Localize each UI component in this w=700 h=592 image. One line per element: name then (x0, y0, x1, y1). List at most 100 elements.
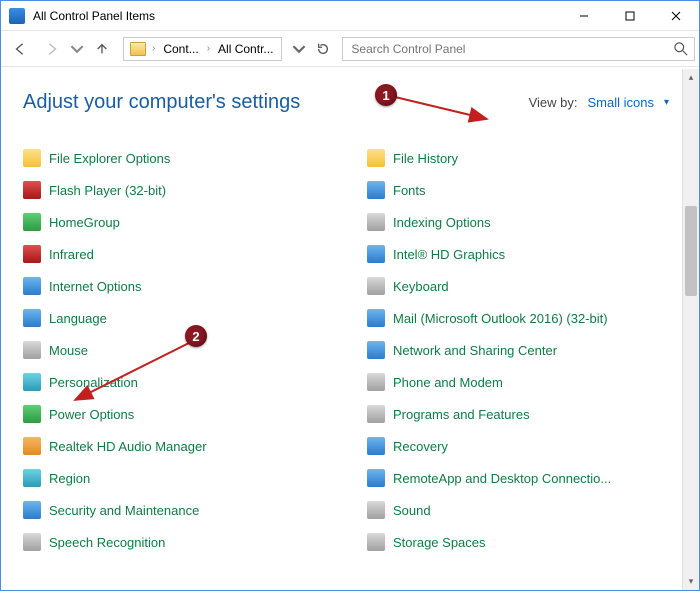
item-icon (23, 437, 41, 455)
scroll-up-button[interactable]: ▴ (683, 69, 699, 86)
search-icon (674, 42, 688, 56)
item-icon (367, 501, 385, 519)
scroll-track[interactable] (683, 86, 699, 573)
control-panel-item[interactable]: Sound (367, 501, 681, 519)
item-icon (367, 213, 385, 231)
control-panel-item[interactable]: Intel® HD Graphics (367, 245, 681, 263)
window-title: All Control Panel Items (33, 9, 561, 23)
item-label: Storage Spaces (393, 535, 486, 550)
title-bar: All Control Panel Items (1, 1, 699, 31)
recent-dropdown[interactable] (69, 35, 85, 63)
item-icon (367, 437, 385, 455)
close-button[interactable] (653, 1, 699, 31)
up-button[interactable] (87, 35, 117, 63)
scroll-thumb[interactable] (685, 206, 697, 296)
control-panel-item[interactable]: Internet Options (23, 277, 337, 295)
maximize-button[interactable] (607, 1, 653, 31)
control-panel-item[interactable]: Fonts (367, 181, 681, 199)
item-icon (367, 341, 385, 359)
item-label: Indexing Options (393, 215, 491, 230)
item-icon (23, 469, 41, 487)
back-button[interactable] (5, 35, 35, 63)
breadcrumb-seg-2[interactable]: All Contr... (212, 38, 279, 60)
item-icon (23, 181, 41, 199)
chevron-right-icon[interactable]: › (150, 43, 157, 54)
control-panel-item[interactable]: Mouse (23, 341, 337, 359)
chevron-down-icon[interactable]: ▾ (664, 97, 669, 108)
control-panel-item[interactable]: Indexing Options (367, 213, 681, 231)
content-area: File Explorer Options Flash Player (32-bi… (1, 135, 681, 590)
control-panel-item[interactable]: Region (23, 469, 337, 487)
control-panel-item[interactable]: Flash Player (32-bit) (23, 181, 337, 199)
item-icon (23, 277, 41, 295)
items-column-left: File Explorer Options Flash Player (32-bi… (23, 149, 337, 551)
item-label: Sound (393, 503, 431, 518)
view-by-control[interactable]: View by: Small icons ▾ (529, 95, 669, 110)
item-label: Personalization (49, 375, 138, 390)
control-panel-item[interactable]: Personalization (23, 373, 337, 391)
item-icon (367, 405, 385, 423)
control-panel-item[interactable]: Security and Maintenance (23, 501, 337, 519)
item-label: Power Options (49, 407, 134, 422)
item-icon (23, 213, 41, 231)
refresh-button[interactable] (312, 35, 334, 63)
item-label: Infrared (49, 247, 94, 262)
item-label: Fonts (393, 183, 426, 198)
item-label: File Explorer Options (49, 151, 170, 166)
control-panel-item[interactable]: File Explorer Options (23, 149, 337, 167)
control-panel-item[interactable]: Programs and Features (367, 405, 681, 423)
forward-button[interactable] (37, 35, 67, 63)
control-panel-item[interactable]: File History (367, 149, 681, 167)
item-icon (367, 533, 385, 551)
item-label: Flash Player (32-bit) (49, 183, 166, 198)
control-panel-item[interactable]: Recovery (367, 437, 681, 455)
page-title: Adjust your computer's settings (23, 91, 300, 114)
control-panel-item[interactable]: Keyboard (367, 277, 681, 295)
item-label: Recovery (393, 439, 448, 454)
scroll-down-button[interactable]: ▾ (683, 573, 699, 590)
control-panel-item[interactable]: Infrared (23, 245, 337, 263)
item-label: Programs and Features (393, 407, 530, 422)
view-by-label: View by: (529, 95, 578, 110)
item-icon (367, 277, 385, 295)
control-panel-item[interactable]: Mail (Microsoft Outlook 2016) (32-bit) (367, 309, 681, 327)
control-panel-item[interactable]: Storage Spaces (367, 533, 681, 551)
item-icon (23, 501, 41, 519)
item-icon (367, 469, 385, 487)
control-panel-item[interactable]: Realtek HD Audio Manager (23, 437, 337, 455)
item-label: Phone and Modem (393, 375, 503, 390)
item-icon (367, 309, 385, 327)
view-by-value[interactable]: Small icons (588, 95, 654, 110)
control-panel-item[interactable]: Power Options (23, 405, 337, 423)
control-panel-item[interactable]: RemoteApp and Desktop Connectio... (367, 469, 681, 487)
breadcrumb-seg-1[interactable]: Cont... (157, 38, 204, 60)
control-panel-item[interactable]: HomeGroup (23, 213, 337, 231)
control-panel-item[interactable]: Language (23, 309, 337, 327)
minimize-button[interactable] (561, 1, 607, 31)
vertical-scrollbar[interactable]: ▴ ▾ (682, 69, 699, 590)
annotation-badge-1: 1 (375, 84, 397, 106)
items-column-right: File History Fonts Indexing Options Intel® … (367, 149, 681, 551)
control-panel-item[interactable]: Network and Sharing Center (367, 341, 681, 359)
app-icon (9, 8, 25, 24)
search-input-wrap[interactable] (342, 37, 695, 61)
item-icon (23, 149, 41, 167)
item-icon (367, 373, 385, 391)
item-icon (23, 309, 41, 327)
heading-row: Adjust your computer's settings View by:… (1, 67, 699, 124)
item-icon (23, 245, 41, 263)
control-panel-item[interactable]: Speech Recognition (23, 533, 337, 551)
item-icon (23, 341, 41, 359)
item-label: Region (49, 471, 90, 486)
chevron-right-icon[interactable]: › (205, 43, 212, 54)
folder-icon (130, 42, 146, 56)
address-bar[interactable]: › Cont... › All Contr... (123, 37, 282, 61)
item-icon (23, 533, 41, 551)
control-panel-item[interactable]: Phone and Modem (367, 373, 681, 391)
item-icon (23, 373, 41, 391)
address-dropdown[interactable] (290, 35, 308, 63)
item-icon (367, 181, 385, 199)
item-label: Security and Maintenance (49, 503, 199, 518)
search-input[interactable] (349, 41, 674, 57)
item-label: Internet Options (49, 279, 142, 294)
